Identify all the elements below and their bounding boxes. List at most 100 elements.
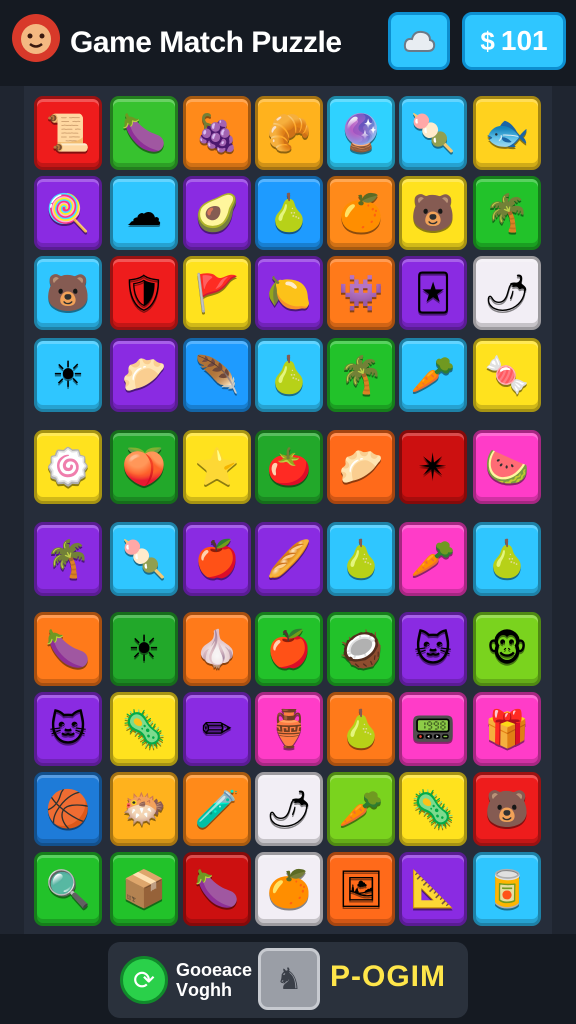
pear-icon: 🍐 <box>338 708 384 749</box>
tile-jar[interactable]: 🥫 <box>473 852 541 926</box>
tile-cloud[interactable]: ☁ <box>110 176 178 250</box>
orange-icon: 🍊 <box>266 868 312 909</box>
tile-box[interactable]: 📦 <box>110 852 178 926</box>
tile-star[interactable]: ⭐ <box>183 430 251 504</box>
fish-icon: 🐡 <box>121 788 167 829</box>
tile-bottle[interactable]: 🧪 <box>183 772 251 846</box>
tile-avocado[interactable]: 🥑 <box>183 176 251 250</box>
germ-icon: 🦠 <box>121 708 167 749</box>
tile-melon[interactable]: 🍉 <box>473 430 541 504</box>
tile-peach[interactable]: 🍑 <box>110 430 178 504</box>
tile-cat[interactable]: 🐱 <box>399 612 467 686</box>
top-bar: Game Match Puzzle $ 101 <box>0 0 576 86</box>
tile-ruler[interactable]: 📐 <box>399 852 467 926</box>
tile-scroll[interactable]: 📜 <box>34 96 102 170</box>
baguette-icon: 🥖 <box>266 538 312 579</box>
tile-sun[interactable]: ☀ <box>34 338 102 412</box>
tile-candy[interactable]: 🍬 <box>473 338 541 412</box>
tile-star-burst[interactable]: ✴ <box>399 430 467 504</box>
garlic-icon: 🧄 <box>194 628 240 669</box>
tile-bear[interactable]: 🐻 <box>473 772 541 846</box>
tile-eggplant[interactable]: 🍆 <box>183 852 251 926</box>
tile-ball[interactable]: 🏀 <box>34 772 102 846</box>
pear-icon: 🍐 <box>484 538 530 579</box>
tile-tomato[interactable]: 🍅 <box>255 430 323 504</box>
hint-button[interactable] <box>388 12 450 70</box>
tile-eggplant[interactable]: 🍆 <box>34 612 102 686</box>
refresh-icon[interactable]: ⟳ <box>120 956 168 1004</box>
tile-bear[interactable]: 🐻 <box>34 256 102 330</box>
coin-counter-button[interactable]: $ 101 <box>462 12 566 70</box>
tile-gift[interactable]: 🎁 <box>473 692 541 766</box>
tile-monkey[interactable]: 🐵 <box>473 612 541 686</box>
tile-magnifier[interactable]: 🔍 <box>34 852 102 926</box>
tile-card[interactable]: 🃏 <box>399 256 467 330</box>
tile-bread[interactable]: 🥐 <box>255 96 323 170</box>
tile-carrot[interactable]: 🥕 <box>399 522 467 596</box>
tile-palm[interactable]: 🌴 <box>327 338 395 412</box>
orange-icon: 🍊 <box>338 192 384 233</box>
tile-carrot[interactable]: 🥕 <box>399 338 467 412</box>
tile-bear[interactable]: 🐻 <box>399 176 467 250</box>
pear-icon: 🍐 <box>266 192 312 233</box>
tile-sun[interactable]: ☀ <box>110 612 178 686</box>
tile-lemon[interactable]: 🍋 <box>255 256 323 330</box>
tile-baguette[interactable]: 🥖 <box>255 522 323 596</box>
lion-silhouette-icon[interactable]: ♞ <box>258 948 320 1010</box>
tile-dumpling[interactable]: 🥟 <box>110 338 178 412</box>
tile-feather[interactable]: 🪶 <box>183 338 251 412</box>
tile-carrot[interactable]: 🥕 <box>327 772 395 846</box>
tile-lollipop[interactable]: 🍡 <box>110 522 178 596</box>
tile-orange[interactable]: 🍊 <box>327 176 395 250</box>
tile-cat[interactable]: 🐱 <box>34 692 102 766</box>
plum-icon: 🍇 <box>194 112 240 153</box>
tile-flag[interactable]: 🚩 <box>183 256 251 330</box>
coconut-icon: 🥥 <box>338 628 384 669</box>
pencil-icon: ✏ <box>201 708 233 749</box>
tile-dumpling[interactable]: 🥟 <box>327 430 395 504</box>
tile-plum[interactable]: 🍇 <box>183 96 251 170</box>
tile-monster[interactable]: 👾 <box>327 256 395 330</box>
tile-pencil[interactable]: ✏ <box>183 692 251 766</box>
tile-pear[interactable]: 🍐 <box>255 338 323 412</box>
tile-pear[interactable]: 🍐 <box>327 522 395 596</box>
tile-palm[interactable]: 🌴 <box>34 522 102 596</box>
tile-shield[interactable]: 🛡 <box>110 256 178 330</box>
tile-apple[interactable]: 🍎 <box>183 522 251 596</box>
footer-text: Goоeace Vоghh <box>176 960 252 1000</box>
tile-germ[interactable]: 🦠 <box>399 772 467 846</box>
tile-germ[interactable]: 🦠 <box>110 692 178 766</box>
tile-orb[interactable]: 🔮 <box>327 96 395 170</box>
tile-fish[interactable]: 🐡 <box>110 772 178 846</box>
tile-orange[interactable]: 🍊 <box>255 852 323 926</box>
tile-leaf[interactable]: 🍆 <box>110 96 178 170</box>
tile-pear[interactable]: 🍐 <box>255 176 323 250</box>
tile-pear[interactable]: 🍐 <box>327 692 395 766</box>
tile-pear[interactable]: 🍐 <box>473 522 541 596</box>
box-icon: 📦 <box>121 868 167 909</box>
eggplant-icon: 🍆 <box>45 628 91 669</box>
tile-device[interactable]: 📟 <box>399 692 467 766</box>
tile-fish[interactable]: 🐟 <box>473 96 541 170</box>
bottom-bar: ⟳ Goоeace Vоghh ♞ P-OGIM <box>0 934 576 1024</box>
feather-icon: 🪶 <box>194 354 240 395</box>
tile-coconut[interactable]: 🥥 <box>327 612 395 686</box>
sun-icon: ☀ <box>127 628 161 669</box>
carrot-icon: 🥕 <box>410 538 456 579</box>
tile-candy[interactable]: 🍭 <box>34 176 102 250</box>
tile-pepper[interactable]: 🌶 <box>473 256 541 330</box>
palm-icon: 🌴 <box>484 192 530 233</box>
dumpling-icon: 🥟 <box>338 446 384 487</box>
dumpling-icon: 🥟 <box>121 354 167 395</box>
tile-palm[interactable]: 🌴 <box>473 176 541 250</box>
tile-swirl[interactable]: 🍥 <box>34 430 102 504</box>
tile-skewer[interactable]: 🍡 <box>399 96 467 170</box>
tile-pepper[interactable]: 🌶 <box>255 772 323 846</box>
tile-vase[interactable]: 🏺 <box>255 692 323 766</box>
tile-picture[interactable]: 🖼 <box>327 852 395 926</box>
palm-icon: 🌴 <box>338 354 384 395</box>
tile-garlic[interactable]: 🧄 <box>183 612 251 686</box>
tile-apple[interactable]: 🍎 <box>255 612 323 686</box>
melon-icon: 🍉 <box>484 446 530 487</box>
coin-icon: $ <box>480 25 495 56</box>
